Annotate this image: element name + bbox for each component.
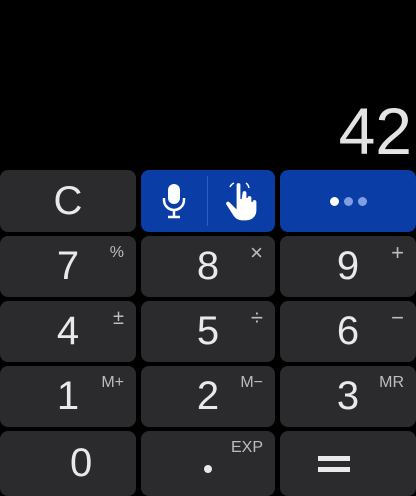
key-4[interactable]: 4 ±	[0, 301, 136, 362]
key-8[interactable]: 8 ×	[141, 236, 275, 297]
percent-label: %	[109, 244, 124, 261]
touch-button[interactable]	[208, 170, 275, 232]
key-label: 0	[70, 441, 93, 485]
memory-subtract-label: M−	[240, 374, 263, 391]
plus-label: +	[391, 240, 404, 265]
more-dots-icon	[329, 196, 367, 206]
display-area: 42	[0, 0, 416, 168]
key-5[interactable]: 5 ÷	[141, 301, 275, 362]
decimal-button[interactable]: EXP	[141, 431, 275, 496]
plus-minus-label: ±	[113, 307, 124, 329]
dot	[343, 196, 353, 206]
divide-label: ÷	[250, 305, 263, 330]
key-6[interactable]: 6 −	[280, 301, 416, 362]
key-1[interactable]: 1 M+	[0, 366, 136, 427]
key-3[interactable]: 3 MR	[280, 366, 416, 427]
memory-recall-label: MR	[379, 374, 404, 391]
key-9[interactable]: 9 +	[280, 236, 416, 297]
equals-icon	[318, 453, 350, 475]
dot	[357, 196, 367, 206]
key-7[interactable]: 7 %	[0, 236, 136, 297]
equals-button[interactable]	[280, 431, 416, 496]
voice-touch-button-group[interactable]	[141, 170, 275, 232]
memory-add-label: M+	[101, 374, 124, 391]
key-2[interactable]: 2 M−	[141, 366, 275, 427]
more-button[interactable]	[280, 170, 416, 232]
exp-label: EXP	[230, 439, 263, 456]
clear-button[interactable]: C	[0, 170, 136, 232]
multiply-label: ×	[250, 240, 263, 265]
touch-hand-icon	[224, 181, 258, 221]
microphone-button[interactable]	[141, 170, 207, 232]
display-value: 42	[338, 94, 412, 168]
dot	[329, 196, 339, 206]
decimal-point-icon	[204, 464, 212, 473]
minus-label: −	[391, 305, 404, 330]
clear-label: C	[53, 178, 83, 223]
key-0[interactable]: 0	[0, 431, 136, 496]
microphone-icon	[162, 184, 186, 219]
